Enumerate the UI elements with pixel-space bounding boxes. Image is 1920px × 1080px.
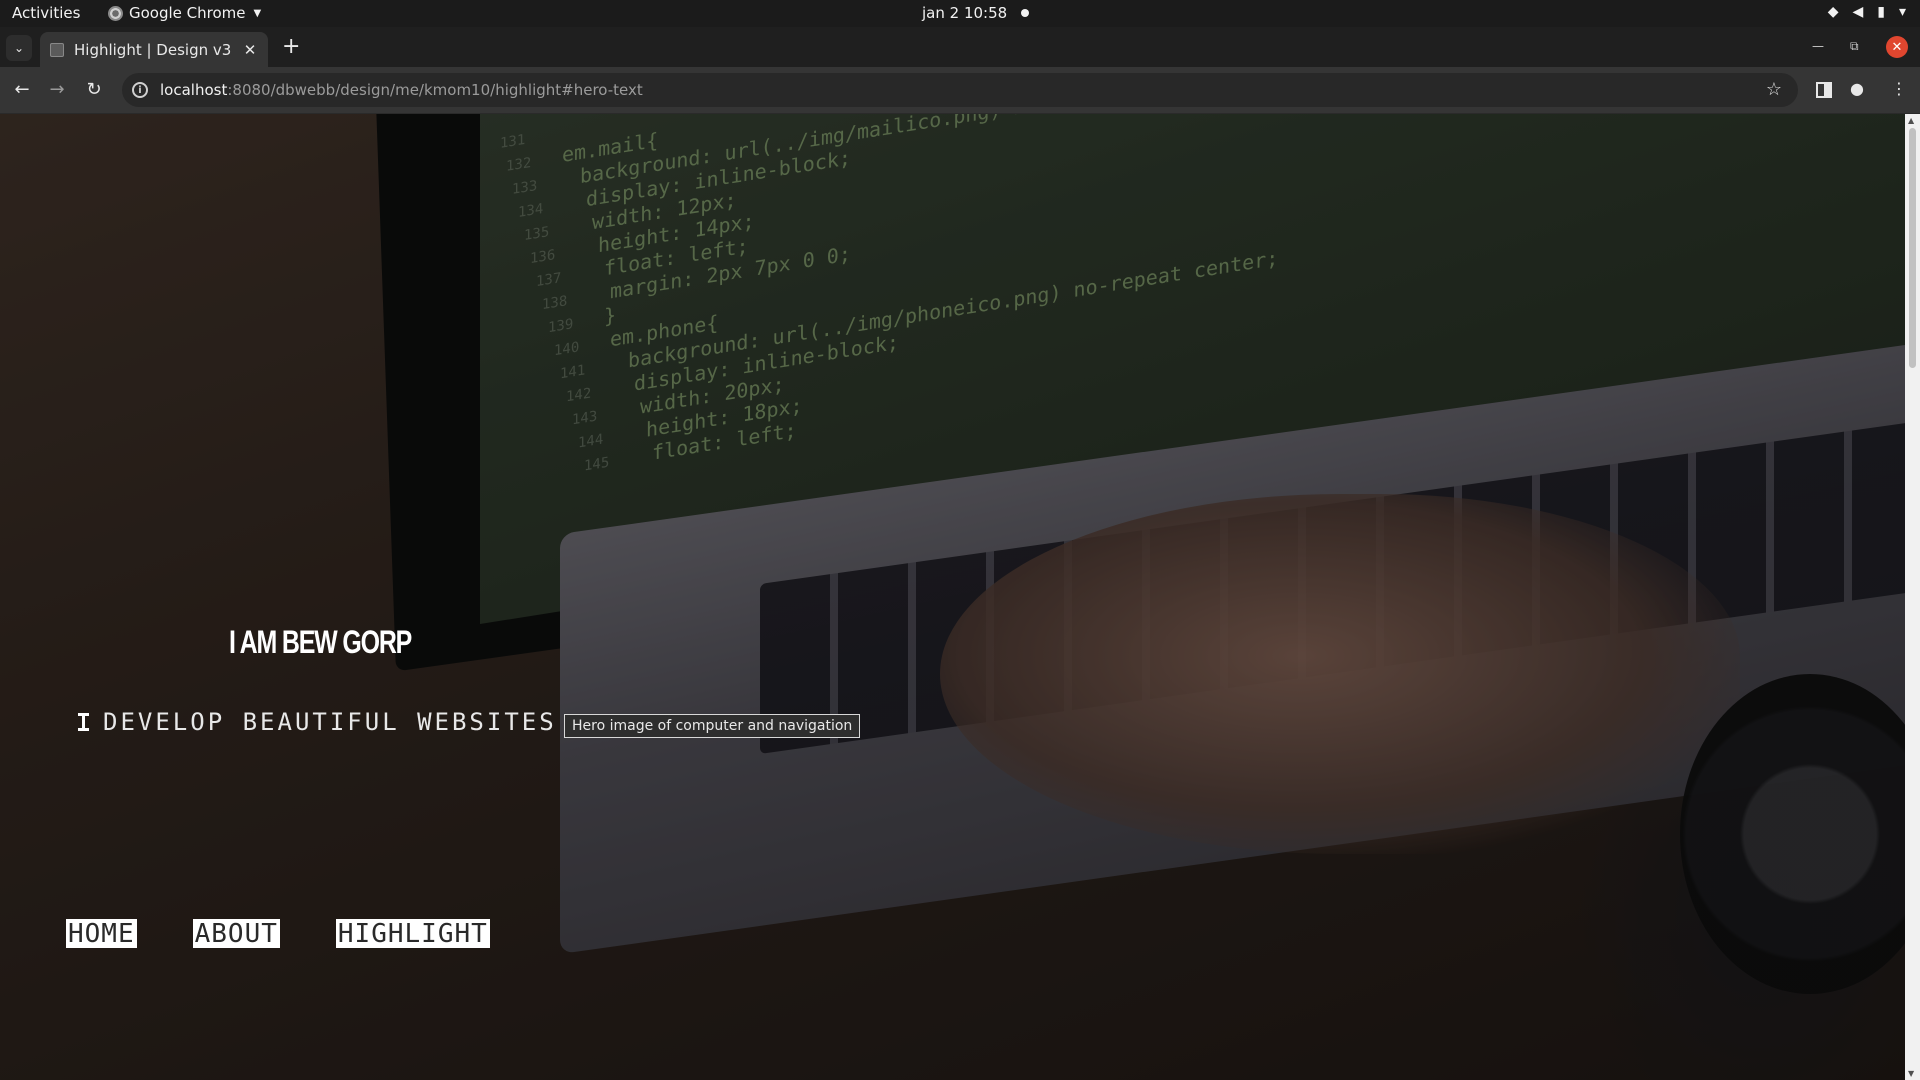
side-panel-icon[interactable] [1816, 82, 1832, 98]
scroll-up-arrow-icon[interactable]: ▲ [1908, 116, 1914, 125]
chrome-icon [108, 5, 123, 21]
forward-button[interactable]: → [46, 79, 68, 100]
caret-down-icon: ▼ [253, 7, 262, 19]
nav-link-about[interactable]: ABOUT [192, 919, 280, 949]
caret-down-icon: ▾ [1898, 4, 1906, 20]
new-tab-button[interactable]: + [282, 35, 300, 59]
scroll-down-arrow-icon[interactable]: ▼ [1908, 1069, 1914, 1078]
nav-link-highlight[interactable]: HIGHLIGHT [335, 919, 490, 949]
volume-icon: ◀ [1852, 4, 1864, 20]
tab-strip: ⌄ Highlight | Design v3 ✕ + — ⧉ [0, 27, 1920, 67]
hero-subtitle: DEVELOP BEAUTIFUL WEBSITES [78, 708, 557, 736]
browser-toolbar: ← → ↻ i localhost:8080/dbwebb/design/me/… [0, 67, 1920, 114]
favicon-icon [50, 42, 64, 57]
clock-text: jan 2 10:58 [922, 4, 1008, 22]
tab-active[interactable]: Highlight | Design v3 ✕ [40, 32, 268, 67]
hero-subtitle-text: DEVELOP BEAUTIFUL WEBSITES [103, 708, 557, 736]
hero-title: I AM BEW GORP [229, 624, 412, 660]
nav-link-home[interactable]: HOME [66, 919, 137, 949]
restore-icon[interactable]: ⧉ [1850, 39, 1859, 54]
page-scrollbar[interactable]: ▲ ▼ [1905, 114, 1920, 1080]
scrollbar-thumb[interactable] [1909, 128, 1916, 368]
menu-icon[interactable]: ⋮ [1891, 79, 1907, 98]
battery-icon: ▮ [1877, 4, 1885, 20]
text-cursor-icon [78, 713, 89, 731]
hero-navigation: HOME ABOUT HIGHLIGHT [66, 919, 490, 949]
url-path: :8080/dbwebb/design/me/kmom10/highlight#… [227, 81, 643, 99]
reload-button[interactable]: ↻ [83, 79, 105, 100]
address-bar[interactable]: i localhost:8080/dbwebb/design/me/kmom10… [122, 73, 1798, 107]
recording-indicator-icon [1021, 9, 1030, 17]
tab-search-button[interactable]: ⌄ [6, 35, 32, 61]
bookmark-star-icon[interactable]: ☆ [1766, 79, 1782, 100]
site-info-icon[interactable]: i [132, 82, 148, 98]
image-tooltip: Hero image of computer and navigation [564, 714, 861, 738]
url-host: localhost [160, 81, 228, 99]
app-menu-label: Google Chrome [129, 4, 246, 22]
minimize-icon[interactable]: — [1812, 39, 1824, 53]
back-button[interactable]: ← [11, 79, 33, 100]
close-tab-icon[interactable]: ✕ [238, 41, 262, 59]
window-close-button[interactable]: ✕ [1886, 36, 1908, 58]
clock[interactable]: jan 2 10:58 [922, 4, 1030, 22]
system-tray[interactable]: ◆ ◀ ▮ ▾ [1828, 4, 1906, 20]
chevron-down-icon: ⌄ [13, 41, 25, 55]
wifi-icon: ◆ [1827, 4, 1839, 20]
activities-button[interactable]: Activities [12, 4, 80, 22]
tab-title: Highlight | Design v3 [74, 40, 232, 59]
app-menu[interactable]: Google Chrome ▼ [108, 4, 261, 22]
profile-icon[interactable]: ● [1850, 79, 1864, 98]
system-top-bar: Activities Google Chrome ▼ jan 2 10:58 ◆… [0, 0, 1920, 27]
